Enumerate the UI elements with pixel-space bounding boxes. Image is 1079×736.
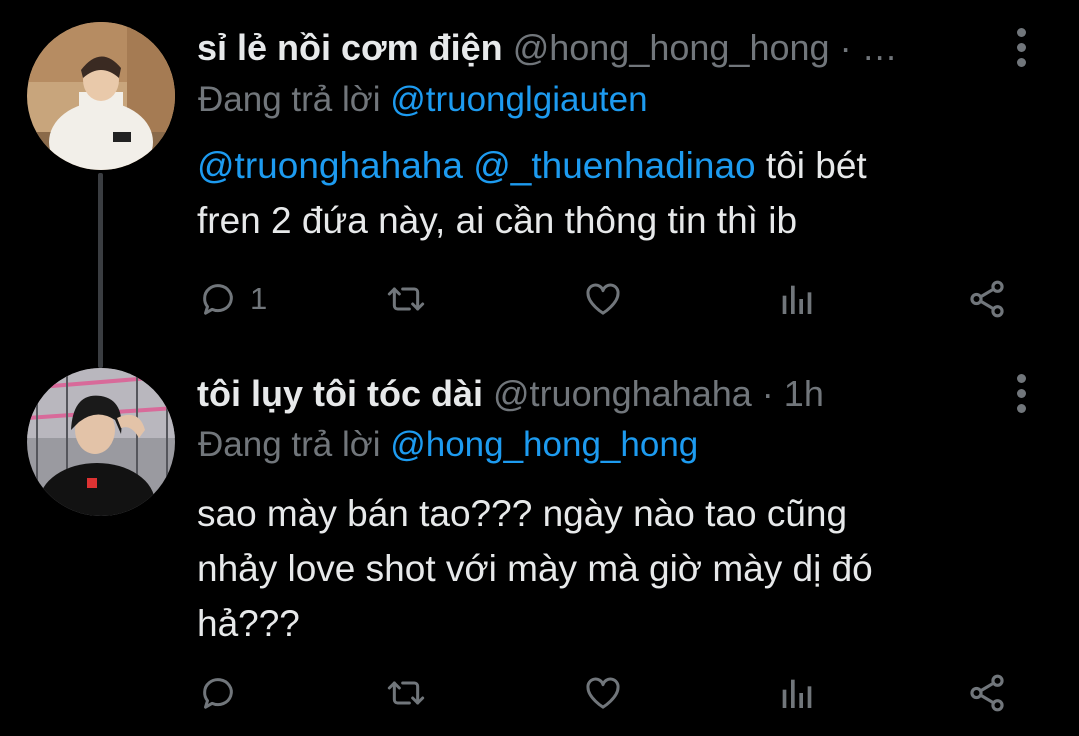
user-handle[interactable]: @hong_hong_hong <box>513 27 830 68</box>
tweet-text-segment: tôi bét <box>765 145 867 186</box>
more-options-icon[interactable] <box>1017 374 1027 414</box>
thread-connector <box>98 173 103 368</box>
replying-to-label: Đang trả lời <box>198 425 381 464</box>
separator-dot: · <box>839 27 852 68</box>
avatar[interactable] <box>27 368 175 516</box>
timestamp[interactable]: … <box>862 27 898 68</box>
share-icon <box>970 280 1004 318</box>
action-bar <box>196 668 1016 718</box>
avatar[interactable] <box>27 22 175 170</box>
reply-button[interactable] <box>198 668 238 718</box>
share-button[interactable] <box>966 274 1008 324</box>
tweet-text-segment: fren 2 đứa này, ai cần thông tin thì ib <box>197 200 798 241</box>
mention-link[interactable]: @_thuenhadinao <box>473 145 755 186</box>
retweet-icon <box>387 287 425 311</box>
retweet-button[interactable] <box>384 274 428 324</box>
tweet-header: sỉ lẻ nồi cơm điện @hong_hong_hong · … <box>197 26 984 70</box>
like-button[interactable] <box>582 668 624 718</box>
heart-icon <box>586 283 620 315</box>
heart-icon <box>586 677 620 709</box>
tweet-header: tôi lụy tôi tóc dài @truonghahaha · 1h <box>197 372 984 416</box>
tweet[interactable]: sỉ lẻ nồi cơm điện @hong_hong_hong · … Đ… <box>0 0 1079 368</box>
reply-to-mention[interactable]: @hong_hong_hong <box>390 425 698 464</box>
action-bar: 1 <box>196 274 1016 324</box>
timestamp[interactable]: 1h <box>784 373 824 414</box>
user-handle[interactable]: @truonghahaha <box>493 373 752 414</box>
retweet-icon <box>387 681 425 705</box>
replying-to-label: Đang trả lời <box>198 80 381 119</box>
tweet-text: sao mày bán tao??? ngày nào tao cũng nhả… <box>197 486 997 651</box>
replying-to: Đang trả lời @hong_hong_hong <box>198 423 698 467</box>
analytics-icon <box>782 285 812 314</box>
display-name[interactable]: sỉ lẻ nồi cơm điện <box>197 27 503 68</box>
share-icon <box>970 674 1004 712</box>
analytics-button[interactable] <box>776 274 816 324</box>
separator-dot: · <box>761 373 774 414</box>
replying-to: Đang trả lời @truonglgiauten <box>198 78 648 122</box>
tweet-text-line: nhảy love shot với mày mà giờ mày dị đó <box>197 548 873 589</box>
tweet[interactable]: tôi lụy tôi tóc dài @truonghahaha · 1h Đ… <box>0 350 1079 736</box>
retweet-button[interactable] <box>384 668 428 718</box>
more-options-icon[interactable] <box>1017 28 1027 68</box>
tweet-text-line: hả??? <box>197 603 300 644</box>
reply-to-mention[interactable]: @truonglgiauten <box>390 80 647 119</box>
mention-link[interactable]: @truonghahaha <box>197 145 463 186</box>
tweet-text: @truonghahaha @_thuenhadinao tôi bét fre… <box>197 138 997 248</box>
reply-icon <box>203 678 233 709</box>
analytics-icon <box>782 679 812 708</box>
share-button[interactable] <box>966 668 1008 718</box>
reply-icon <box>203 284 233 315</box>
like-button[interactable] <box>582 274 624 324</box>
tweet-text-line: sao mày bán tao??? ngày nào tao cũng <box>197 493 848 534</box>
display-name[interactable]: tôi lụy tôi tóc dài <box>197 373 483 414</box>
reply-button[interactable]: 1 <box>198 274 267 324</box>
reply-count: 1 <box>250 281 268 316</box>
analytics-button[interactable] <box>776 668 816 718</box>
